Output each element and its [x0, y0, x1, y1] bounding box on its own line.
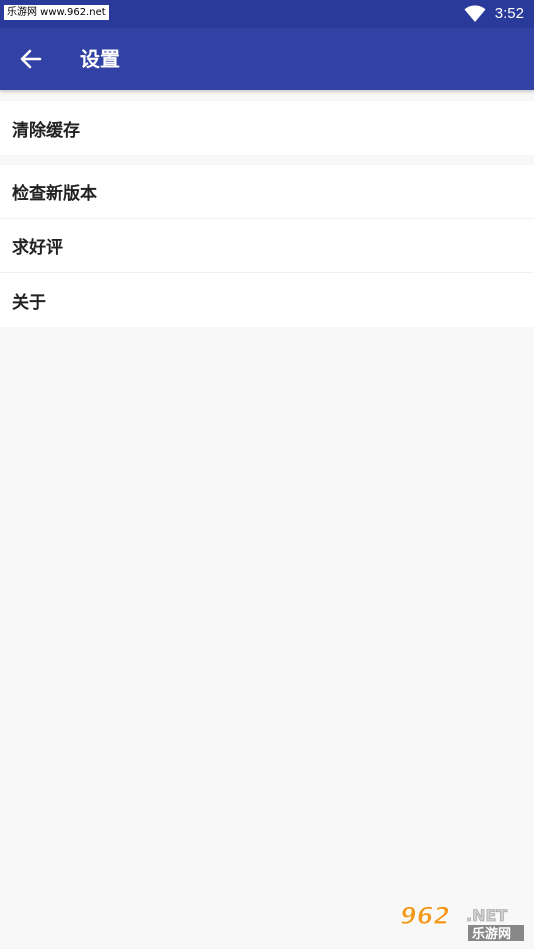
status-bar: 乐游网 www.962.net 3:52: [0, 0, 534, 28]
clear-cache-item[interactable]: 清除缓存: [0, 101, 534, 155]
page-title: 设置: [80, 47, 120, 71]
settings-group-cache: 清除缓存: [0, 101, 534, 155]
watermark-label: 乐游网 www.962.net: [4, 5, 109, 20]
settings-group-app: 检查新版本 求好评 关于: [0, 165, 534, 327]
rate-app-item[interactable]: 求好评: [0, 219, 534, 273]
app-bar: 设置: [0, 28, 534, 90]
arrow-left-icon: [20, 49, 42, 69]
check-update-item[interactable]: 检查新版本: [0, 165, 534, 219]
watermark-logo-suffix: .NET: [466, 906, 507, 925]
back-button[interactable]: [12, 40, 50, 78]
about-item[interactable]: 关于: [0, 273, 534, 327]
watermark-logo-cn: 乐游网: [472, 926, 511, 942]
watermark-logo-number: 962: [400, 902, 450, 930]
wifi-icon: [464, 5, 486, 22]
status-clock: 3:52: [494, 5, 524, 22]
site-watermark-logo: 962 .NET 乐游网: [400, 902, 524, 942]
